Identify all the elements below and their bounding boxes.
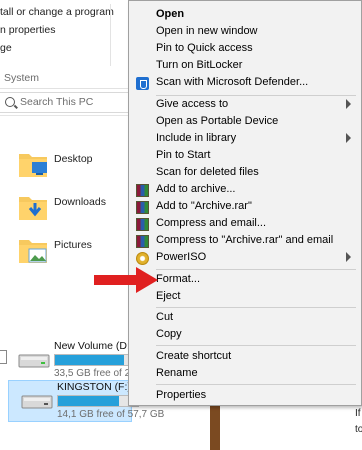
- menu-item-label: Cut: [156, 311, 174, 323]
- menu-item-label: Add to "Archive.rar": [156, 200, 252, 212]
- search-icon: [5, 97, 15, 107]
- menu-separator: [156, 269, 356, 270]
- menu-separator: [156, 345, 356, 346]
- hard-drive-icon: [18, 354, 50, 368]
- menu-item-compress-rar-email[interactable]: Compress to "Archive.rar" and email: [129, 233, 361, 250]
- folder-label: Pictures: [54, 239, 92, 251]
- drive-usage-bar: [57, 395, 139, 407]
- menu-item-format[interactable]: Format...: [129, 272, 361, 289]
- folder-downloads[interactable]: Downloads: [18, 193, 128, 229]
- submenu-arrow-icon: [346, 252, 351, 262]
- menu-item-label: PowerISO: [156, 251, 207, 263]
- downloads-folder-icon: [19, 197, 47, 220]
- folder-desktop[interactable]: Desktop: [18, 150, 128, 186]
- ribbon-command-uninstall[interactable]: tall or change a program: [0, 6, 114, 18]
- winrar-icon: [136, 235, 149, 248]
- menu-item-scan-defender[interactable]: Scan with Microsoft Defender...: [129, 75, 361, 92]
- menu-item-pin-quick-access[interactable]: Pin to Quick access: [129, 41, 361, 58]
- menu-item-label: Compress to "Archive.rar" and email: [156, 234, 334, 246]
- folder-label: Downloads: [54, 196, 106, 208]
- context-menu: Open Open in new window Pin to Quick acc…: [128, 0, 362, 406]
- menu-separator: [156, 95, 356, 96]
- drive-new-volume[interactable]: New Volume (D:) 33,5 GB free of 237: [6, 340, 141, 379]
- search-placeholder: Search This PC: [20, 96, 94, 108]
- menu-item-give-access[interactable]: Give access to: [129, 97, 361, 114]
- submenu-arrow-icon: [346, 133, 351, 143]
- menu-separator: [156, 384, 356, 385]
- menu-item-eject[interactable]: Eject: [129, 289, 361, 306]
- winrar-icon: [136, 184, 149, 197]
- menu-item-add-archive-rar[interactable]: Add to "Archive.rar": [129, 199, 361, 216]
- menu-item-cut[interactable]: Cut: [129, 310, 361, 327]
- menu-item-create-shortcut[interactable]: Create shortcut: [129, 349, 361, 366]
- menu-item-open-portable[interactable]: Open as Portable Device: [129, 114, 361, 131]
- menu-item-label: Give access to: [156, 98, 229, 110]
- drive-name: KINGSTON (F:): [57, 381, 131, 393]
- menu-item-open[interactable]: Open: [129, 7, 361, 24]
- menu-item-label: Rename: [156, 367, 198, 379]
- menu-item-label: Open as Portable Device: [156, 115, 279, 127]
- partial-text: to: [355, 424, 362, 435]
- red-arrow-icon: [94, 267, 158, 293]
- submenu-arrow-icon: [346, 99, 351, 109]
- ribbon-command-properties[interactable]: n properties: [0, 24, 55, 36]
- menu-item-copy[interactable]: Copy: [129, 327, 361, 344]
- menu-item-label: Format...: [156, 273, 201, 285]
- menu-item-bitlocker[interactable]: Turn on BitLocker: [129, 58, 361, 75]
- menu-item-label: Scan with Microsoft Defender...: [156, 76, 309, 88]
- menu-item-scan-deleted[interactable]: Scan for deleted files: [129, 165, 361, 182]
- ribbon-group-label: System: [4, 72, 40, 84]
- menu-item-label: Turn on BitLocker: [156, 59, 243, 71]
- menu-item-poweriso[interactable]: PowerISO: [129, 250, 361, 267]
- drive-usage-bar: [54, 354, 136, 366]
- drive-free-space: 14,1 GB free of 57,7 GB: [57, 409, 165, 420]
- menu-item-compress-email[interactable]: Compress and email...: [129, 216, 361, 233]
- menu-item-label: Copy: [156, 328, 182, 340]
- ribbon-command-manage[interactable]: ge: [0, 42, 12, 54]
- drive-name: New Volume (D:): [54, 340, 134, 352]
- menu-item-label: Properties: [156, 389, 207, 401]
- menu-item-label: Open in new window: [156, 25, 258, 37]
- menu-item-open-new-window[interactable]: Open in new window: [129, 24, 361, 41]
- partial-text: If: [355, 408, 361, 419]
- search-input[interactable]: Search This PC: [0, 92, 129, 113]
- menu-item-label: Add to archive...: [156, 183, 236, 195]
- menu-item-rename[interactable]: Rename: [129, 366, 361, 383]
- menu-item-include-library[interactable]: Include in library: [129, 131, 361, 148]
- folder-label: Desktop: [54, 153, 93, 165]
- menu-item-properties[interactable]: Properties: [129, 388, 361, 405]
- defender-shield-icon: [136, 77, 149, 90]
- ribbon-divider: [110, 4, 111, 66]
- menu-item-label: Pin to Quick access: [156, 42, 253, 54]
- winrar-icon: [136, 201, 149, 214]
- menu-item-label: Open: [156, 8, 185, 20]
- desktop-folder-icon: [19, 154, 47, 177]
- pictures-folder-icon: [19, 240, 47, 263]
- drive-kingston[interactable]: KINGSTON (F:) 14,1 GB free of 57,7 GB: [8, 380, 164, 422]
- menu-item-label: Compress and email...: [156, 217, 267, 229]
- menu-item-label: Create shortcut: [156, 350, 232, 362]
- winrar-icon: [136, 218, 149, 231]
- menu-item-label: Scan for deleted files: [156, 166, 259, 178]
- menu-item-add-archive[interactable]: Add to archive...: [129, 182, 361, 199]
- menu-item-label: Include in library: [156, 132, 237, 144]
- menu-item-pin-start[interactable]: Pin to Start: [129, 148, 361, 165]
- poweriso-disc-icon: [136, 252, 149, 265]
- menu-separator: [156, 307, 356, 308]
- usb-drive-icon: [21, 395, 53, 409]
- menu-item-label: Pin to Start: [156, 149, 211, 161]
